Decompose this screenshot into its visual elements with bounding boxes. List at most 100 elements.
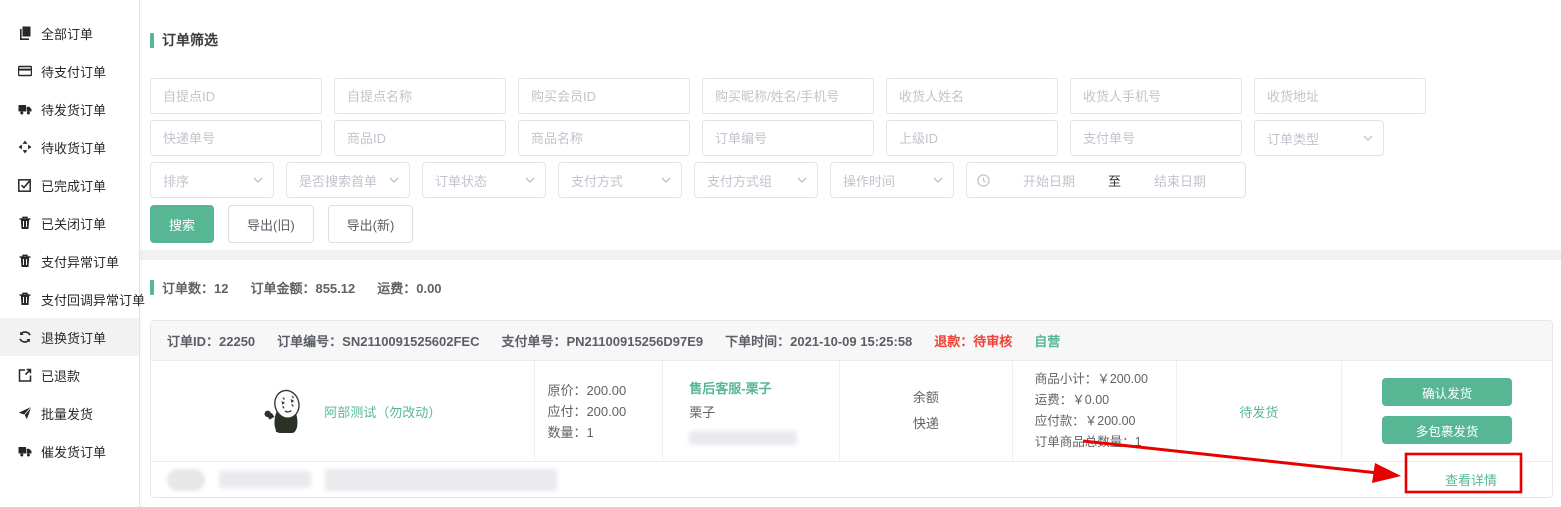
- sidebar-item-pending-payment[interactable]: 待支付订单: [0, 52, 139, 90]
- check-square-icon: [18, 178, 32, 192]
- multi-package-ship-button[interactable]: 多包裹发货: [1382, 416, 1512, 444]
- redacted-buyer-avatar: [167, 469, 205, 491]
- sort-select-value: 排序: [163, 171, 189, 190]
- sort-select[interactable]: 排序: [150, 162, 274, 198]
- order-type-select-value: 订单类型: [1267, 129, 1319, 148]
- sidebar-item-label: 退换货订单: [41, 328, 106, 347]
- pay-method-select-value: 支付方式: [571, 171, 623, 190]
- green-bar-accent: [150, 33, 154, 48]
- order-sn-input[interactable]: [702, 120, 874, 156]
- chevron-down-icon: [1363, 135, 1373, 141]
- order-card-header: 订单ID：22250 订单编号：SN2110091525602FEC 支付单号：…: [151, 321, 1552, 361]
- sidebar-item-all-orders[interactable]: 全部订单: [0, 14, 139, 52]
- pay-method-group-select[interactable]: 支付方式组: [694, 162, 818, 198]
- service-contact-name: 栗子: [689, 401, 839, 425]
- total-goods-count: 订单商品总数量：1: [1035, 432, 1176, 453]
- receiver-address-input[interactable]: [1254, 78, 1426, 114]
- payment-no-input[interactable]: [1070, 120, 1242, 156]
- sidebar-item-label: 已完成订单: [41, 176, 106, 195]
- order-type-select[interactable]: 订单类型: [1254, 120, 1384, 156]
- pickup-name-input[interactable]: [334, 78, 506, 114]
- files-icon: [18, 26, 32, 40]
- sidebar-item-completed[interactable]: 已完成订单: [0, 166, 139, 204]
- filter-section-title: 订单筛选: [150, 30, 1553, 50]
- search-button[interactable]: 搜索: [150, 205, 214, 243]
- product-name-input[interactable]: [518, 120, 690, 156]
- freight-stat: 运费：0.00: [377, 278, 441, 297]
- sidebar-item-batch-ship[interactable]: 批量发货: [0, 394, 139, 432]
- sidebar-item-return-exchange[interactable]: 退换货订单: [0, 318, 139, 356]
- operate-time-select[interactable]: 操作时间: [830, 162, 954, 198]
- original-price: 原价：200.00: [547, 380, 662, 401]
- chevron-down-icon: [661, 177, 671, 183]
- filter-row-1: [150, 78, 1553, 114]
- order-card-body: 阿部测试（勿改动） 原价：200.00 应付：200.00 数量：1 售后客服-…: [151, 361, 1552, 461]
- chevron-down-icon: [253, 177, 263, 183]
- chevron-down-icon: [525, 177, 535, 183]
- payment-method-balance: 余额: [913, 385, 939, 411]
- trash-icon: [18, 254, 32, 268]
- order-status-select[interactable]: 订单状态: [422, 162, 546, 198]
- product-avatar: [262, 388, 308, 434]
- order-sn: 订单编号：SN2110091525602FEC: [277, 331, 479, 350]
- refund-status-badge: 退款：待审核: [934, 331, 1012, 350]
- tracking-number-input[interactable]: [150, 120, 322, 156]
- pickup-id-input[interactable]: [150, 78, 322, 114]
- receiver-name-input[interactable]: [886, 78, 1058, 114]
- pay-method-select[interactable]: 支付方式: [558, 162, 682, 198]
- sidebar-item-label: 催发货订单: [41, 442, 106, 461]
- self-operated-badge: 自营: [1034, 331, 1060, 350]
- receiver-phone-input[interactable]: [1070, 78, 1242, 114]
- export-new-button[interactable]: 导出(新): [328, 205, 414, 243]
- sidebar-item-label: 支付异常订单: [41, 252, 119, 271]
- delivery-method-express: 快递: [913, 411, 939, 437]
- sidebar-item-payment-exception[interactable]: 支付异常订单: [0, 242, 139, 280]
- date-range-picker[interactable]: 开始日期 至 结束日期: [966, 162, 1246, 198]
- export-old-button[interactable]: 导出(旧): [228, 205, 314, 243]
- order-card-footer: 查看详情: [151, 461, 1552, 497]
- order-status-badge: 待发货: [1239, 402, 1278, 421]
- goods-subtotal: 商品小计：￥200.00: [1035, 369, 1176, 390]
- sidebar-item-label: 待收货订单: [41, 138, 106, 157]
- order-id: 订单ID：22250: [167, 331, 255, 350]
- chevron-down-icon: [389, 177, 399, 183]
- sidebar-item-pending-receipt[interactable]: 待收货订单: [0, 128, 139, 166]
- product-id-input[interactable]: [334, 120, 506, 156]
- sidebar-item-label: 已关闭订单: [41, 214, 106, 233]
- product-name[interactable]: 阿部测试（勿改动）: [324, 402, 441, 421]
- filter-buttons-row: 搜索 导出(旧) 导出(新): [150, 205, 1553, 243]
- freight-amount: 运费：￥0.00: [1035, 390, 1176, 411]
- chevron-down-icon: [797, 177, 807, 183]
- sidebar-item-refunded[interactable]: 已退款: [0, 356, 139, 394]
- sidebar-item-urge-ship[interactable]: 催发货订单: [0, 432, 139, 470]
- buyer-nickname-input[interactable]: [702, 78, 874, 114]
- payable-price: 应付：200.00: [547, 401, 662, 422]
- amounts-column: 商品小计：￥200.00 运费：￥0.00 应付款：￥200.00 订单商品总数…: [1013, 361, 1177, 461]
- quantity: 数量：1: [547, 422, 662, 443]
- view-detail-link[interactable]: 查看详情: [1445, 470, 1497, 489]
- start-date-placeholder[interactable]: 开始日期: [994, 171, 1104, 190]
- clock-icon: [977, 174, 990, 187]
- sidebar-item-closed[interactable]: 已关闭订单: [0, 204, 139, 242]
- order-summary-bar: 订单数：12 订单金额：855.12 运费：0.00: [150, 278, 1553, 297]
- buyer-member-id-input[interactable]: [518, 78, 690, 114]
- truck-icon: [18, 444, 32, 458]
- pay-method-group-select-value: 支付方式组: [707, 171, 772, 190]
- order-status-select-value: 订单状态: [435, 171, 487, 190]
- date-range-separator: 至: [1108, 171, 1121, 190]
- main-content: 订单筛选 订单类型 排序: [140, 0, 1561, 507]
- section-divider: [140, 250, 1561, 260]
- filter-title-text: 订单筛选: [162, 30, 218, 50]
- parent-id-input[interactable]: [886, 120, 1058, 156]
- sidebar-item-payment-callback-exception[interactable]: 支付回调异常订单: [0, 280, 139, 318]
- sidebar-item-pending-shipment[interactable]: 待发货订单: [0, 90, 139, 128]
- confirm-ship-button[interactable]: 确认发货: [1382, 378, 1512, 406]
- redacted-contact-info: [689, 431, 797, 445]
- product-column: 阿部测试（勿改动）: [151, 361, 535, 461]
- end-date-placeholder[interactable]: 结束日期: [1125, 171, 1235, 190]
- sidebar-item-label: 待支付订单: [41, 62, 106, 81]
- first-order-select[interactable]: 是否搜索首单: [286, 162, 410, 198]
- order-count-stat: 订单数：12: [162, 278, 228, 297]
- trash-icon: [18, 216, 32, 230]
- refresh-icon: [18, 330, 32, 344]
